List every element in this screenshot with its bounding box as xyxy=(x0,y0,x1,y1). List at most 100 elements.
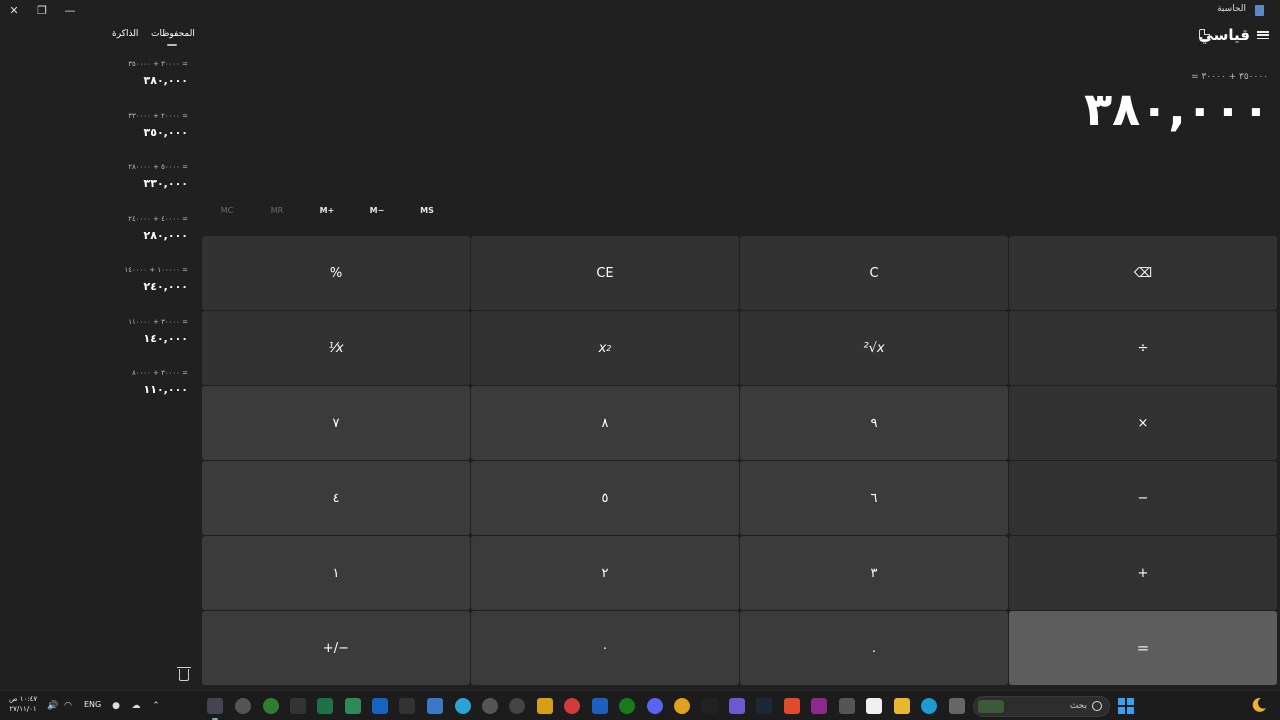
digit-0-button[interactable]: ٠ xyxy=(471,611,739,685)
memory-recall-button[interactable]: MR xyxy=(252,206,302,220)
tab-history[interactable]: المحفوظات xyxy=(151,29,195,39)
divide-button[interactable]: ÷ xyxy=(1009,311,1277,385)
file-explorer-taskbar-icon[interactable] xyxy=(894,698,910,714)
xbox-app-taskbar-icon[interactable] xyxy=(263,698,279,714)
app-gray-taskbar-icon[interactable] xyxy=(839,698,855,714)
multiply-button[interactable]: × xyxy=(1009,386,1277,460)
history-result: ٣٨٠,٠٠٠ xyxy=(143,74,188,87)
history-result: ٣٣٠,٠٠٠ xyxy=(143,177,188,190)
gear-taskbar-icon[interactable] xyxy=(482,698,498,714)
app-red-taskbar-icon[interactable] xyxy=(564,698,580,714)
history-item[interactable]: ٣٠٠٠٠ + ٣٥٠٠٠٠ = ٣٨٠,٠٠٠ xyxy=(100,58,190,110)
app-yellow-taskbar-icon[interactable] xyxy=(537,698,553,714)
wifi-icon[interactable]: ◠ xyxy=(62,700,74,712)
digit-9-button[interactable]: ٩ xyxy=(740,386,1008,460)
digit-7-button[interactable]: ٧ xyxy=(202,386,470,460)
history-item[interactable]: ١٠٠٠٠٠ + ١٤٠٠٠٠ = ٢٤٠,٠٠٠ xyxy=(100,264,190,316)
history-expression: ٣٠٠٠٠ + ٣٥٠٠٠٠ = xyxy=(128,60,188,68)
percent-button[interactable]: % xyxy=(202,236,470,310)
calculator-taskbar-icon[interactable] xyxy=(207,698,223,714)
discord-taskbar-icon[interactable] xyxy=(647,698,663,714)
digit-1-button[interactable]: ١ xyxy=(202,536,470,610)
decimal-button[interactable]: . xyxy=(740,611,1008,685)
square-exponent: 2 xyxy=(606,343,612,353)
telegram-taskbar-icon[interactable] xyxy=(455,698,471,714)
digit-2-button[interactable]: ٢ xyxy=(471,536,739,610)
negate-button[interactable]: +/− xyxy=(202,611,470,685)
digit-4-button[interactable]: ٤ xyxy=(202,461,470,535)
weather-icon[interactable] xyxy=(1250,696,1268,714)
square-root-button[interactable]: ²√x xyxy=(740,311,1008,385)
calculator-window: ✕ ❐ — الحاسبة قياسي = ٣٥٠٠٠٠ + ٣٠٠٠٠ ٣٨٠… xyxy=(0,0,1280,690)
history-item[interactable]: ٢٠٠٠٠ + ٣٣٠٠٠٠ = ٣٥٠,٠٠٠ xyxy=(100,110,190,162)
timer-taskbar-icon[interactable] xyxy=(509,698,525,714)
tool-taskbar-icon[interactable] xyxy=(290,698,306,714)
search-highlight-image xyxy=(978,700,1004,713)
reciprocal-button[interactable]: ⅟x xyxy=(202,311,470,385)
folder-blue-taskbar-icon[interactable] xyxy=(427,698,443,714)
equals-button[interactable]: = xyxy=(1009,611,1277,685)
clear-button[interactable]: C xyxy=(740,236,1008,310)
history-item[interactable]: ٤٠٠٠٠ + ٢٤٠٠٠٠ = ٢٨٠,٠٠٠ xyxy=(100,213,190,265)
memory-subtract-button[interactable]: M− xyxy=(352,206,402,220)
minus-button[interactable]: − xyxy=(1009,461,1277,535)
keep-on-top-icon[interactable] xyxy=(1199,29,1210,40)
history-expression: ٣٠٠٠٠ + ١١٠٠٠٠ = xyxy=(128,317,188,326)
calculator-app-icon xyxy=(1255,5,1264,16)
digit-8-button[interactable]: ٨ xyxy=(471,386,739,460)
chevron-up-icon[interactable]: ⌃ xyxy=(150,700,162,712)
close-button[interactable]: ✕ xyxy=(0,2,28,18)
microphone-icon[interactable]: ● xyxy=(110,700,122,712)
terminal-taskbar-icon[interactable] xyxy=(399,698,415,714)
settings-taskbar-icon[interactable] xyxy=(235,698,251,714)
keypad: % CE C ⌫ ⅟x x2 ²√x ÷ ٧ ٨ ٩ × ٤ ٥ ٦ − ١ ٢… xyxy=(202,236,1278,685)
menu-icon[interactable] xyxy=(1257,29,1269,41)
language-indicator[interactable]: ENG xyxy=(84,700,101,709)
search-icon xyxy=(1092,701,1102,711)
winrar-taskbar-icon[interactable] xyxy=(811,698,827,714)
history-item[interactable]: ٣٠٠٠٠ + ٨٠٠٠٠ = ١١٠,٠٠٠ xyxy=(100,367,190,419)
app-purple-taskbar-icon[interactable] xyxy=(729,698,745,714)
excel-taskbar-icon[interactable] xyxy=(317,698,333,714)
task-view-taskbar-icon[interactable] xyxy=(949,698,965,714)
result-display: ٣٨٠,٠٠٠ xyxy=(1084,82,1270,136)
clear-entry-button[interactable]: CE xyxy=(471,236,739,310)
plus-button[interactable]: + xyxy=(1009,536,1277,610)
search-input[interactable]: بحث xyxy=(973,696,1110,717)
volume-icon[interactable]: 🔊 xyxy=(47,700,59,712)
store-taskbar-icon[interactable] xyxy=(866,698,882,714)
digit-6-button[interactable]: ٦ xyxy=(740,461,1008,535)
brave-taskbar-icon[interactable] xyxy=(784,698,800,714)
xbox-taskbar-icon[interactable] xyxy=(619,698,635,714)
digit-3-button[interactable]: ٣ xyxy=(740,536,1008,610)
delete-history-icon[interactable] xyxy=(177,667,191,681)
maximize-button[interactable]: ❐ xyxy=(28,2,56,18)
memory-store-button[interactable]: MS xyxy=(402,206,452,220)
tab-memory[interactable]: الذاكرة xyxy=(112,29,138,39)
history-result: ٣٥٠,٠٠٠ xyxy=(143,125,188,139)
onedrive-icon[interactable]: ☁ xyxy=(130,700,142,712)
clock-time: ١٠:٤٧ ص xyxy=(9,695,38,703)
history-result: ١١٠,٠٠٠ xyxy=(143,383,188,396)
square-button[interactable]: x2 xyxy=(471,311,739,385)
memory-clear-button[interactable]: MC xyxy=(202,206,252,220)
clock[interactable]: ١٠:٤٧ ص ٢٧/١١/٠١ xyxy=(9,694,37,714)
history-item[interactable]: ٣٠٠٠٠ + ١١٠٠٠٠ = ١٤٠,٠٠٠ xyxy=(100,316,190,368)
search-placeholder: بحث xyxy=(1069,701,1087,711)
digit-5-button[interactable]: ٥ xyxy=(471,461,739,535)
start-button[interactable] xyxy=(1118,698,1134,714)
history-result: ٢٤٠,٠٠٠ xyxy=(143,280,188,293)
expression-display: = ٣٥٠٠٠٠ + ٣٠٠٠٠ xyxy=(1191,72,1268,82)
backspace-button[interactable]: ⌫ xyxy=(1009,236,1277,310)
history-item[interactable]: ٥٠٠٠٠ + ٢٨٠٠٠٠ = ٣٣٠,٠٠٠ xyxy=(100,161,190,213)
app-orange-taskbar-icon[interactable] xyxy=(674,698,690,714)
app-taskbar-icon[interactable] xyxy=(372,698,388,714)
memory-add-button[interactable]: M+ xyxy=(302,206,352,220)
steam-taskbar-icon[interactable] xyxy=(756,698,772,714)
edge-taskbar-icon[interactable] xyxy=(921,698,937,714)
minimize-button[interactable]: — xyxy=(56,2,84,18)
word-taskbar-icon[interactable] xyxy=(592,698,608,714)
sheets-taskbar-icon[interactable] xyxy=(345,698,361,714)
clock-date: ٢٧/١١/٠١ xyxy=(9,705,37,713)
app-dark-taskbar-icon[interactable] xyxy=(702,698,718,714)
